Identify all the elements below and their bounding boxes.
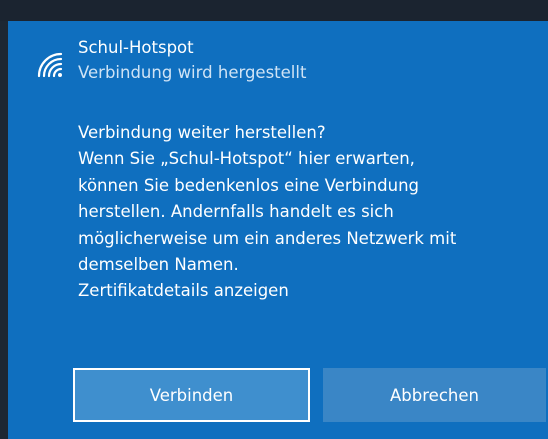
taskbar-strip [0,0,548,21]
certificate-details-link[interactable]: Zertifikatdetails anzeigen [78,278,538,304]
message-line: Verbindung weiter herstellen? [78,123,326,142]
message-line: herstellen. Andernfalls handelt es sich [78,202,394,222]
message-line: können Sie bedenkenlos eine Verbindung [78,175,419,195]
connection-status: Verbindung wird hergestellt [78,63,307,82]
wifi-connection-flyout: Schul-Hotspot Verbindung wird hergestell… [8,21,548,439]
connect-button[interactable]: Verbinden [73,368,310,422]
network-name: Schul-Hotspot [78,38,194,57]
message-line: demselben Namen. [78,255,239,275]
security-warning-message: Verbindung weiter herstellen? Wenn Sie „… [78,120,538,305]
message-line: möglicherweise um ein anderes Netzwerk m… [78,228,457,248]
cancel-button[interactable]: Abbrechen [323,368,546,422]
wifi-signal-icon [35,50,65,80]
message-line: Wenn Sie „Schul-Hotspot“ hier erwarten, [78,149,415,169]
